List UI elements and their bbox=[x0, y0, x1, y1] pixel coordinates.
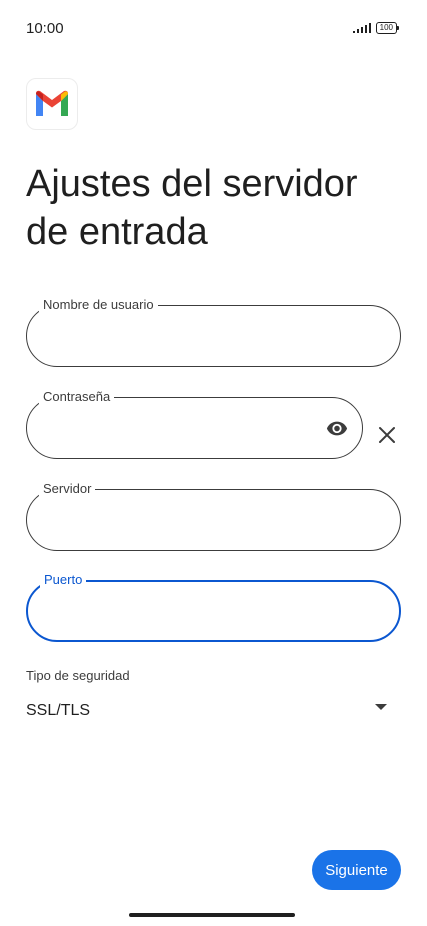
port-field[interactable]: Puerto bbox=[26, 571, 401, 642]
battery-tip bbox=[397, 26, 399, 30]
eye-icon[interactable] bbox=[324, 417, 350, 439]
server-label: Servidor bbox=[39, 480, 96, 498]
page-title: Ajustes del servidor de entrada bbox=[26, 163, 358, 253]
home-indicator[interactable] bbox=[129, 913, 295, 917]
status-icons: 100 bbox=[352, 22, 399, 34]
dropdown-arrow-icon[interactable] bbox=[374, 702, 388, 712]
battery-level: 100 bbox=[375, 22, 397, 34]
port-label: Puerto bbox=[40, 571, 87, 589]
close-icon[interactable] bbox=[376, 424, 398, 446]
status-bar: 10:00 100 bbox=[0, 0, 427, 58]
signal-bars-icon bbox=[352, 23, 371, 33]
security-type-value: SSL/TLS bbox=[26, 702, 91, 719]
gmail-logo-icon bbox=[26, 78, 78, 130]
server-input[interactable] bbox=[45, 506, 382, 534]
password-field[interactable]: Contraseña bbox=[26, 388, 363, 459]
password-label: Contraseña bbox=[39, 388, 115, 406]
next-button[interactable]: Siguiente bbox=[312, 850, 401, 890]
password-input[interactable] bbox=[45, 414, 314, 442]
security-type-select[interactable]: SSL/TLS bbox=[26, 692, 400, 732]
server-field[interactable]: Servidor bbox=[26, 480, 401, 551]
battery-icon: 100 bbox=[375, 22, 399, 34]
username-field[interactable]: Nombre de usuario bbox=[26, 296, 401, 367]
username-label: Nombre de usuario bbox=[39, 296, 158, 314]
status-time: 10:00 bbox=[26, 20, 64, 37]
gmail-m-icon bbox=[36, 90, 68, 116]
security-type-label: Tipo de seguridad bbox=[26, 668, 130, 683]
port-input[interactable] bbox=[46, 598, 381, 626]
username-input[interactable] bbox=[45, 322, 382, 350]
